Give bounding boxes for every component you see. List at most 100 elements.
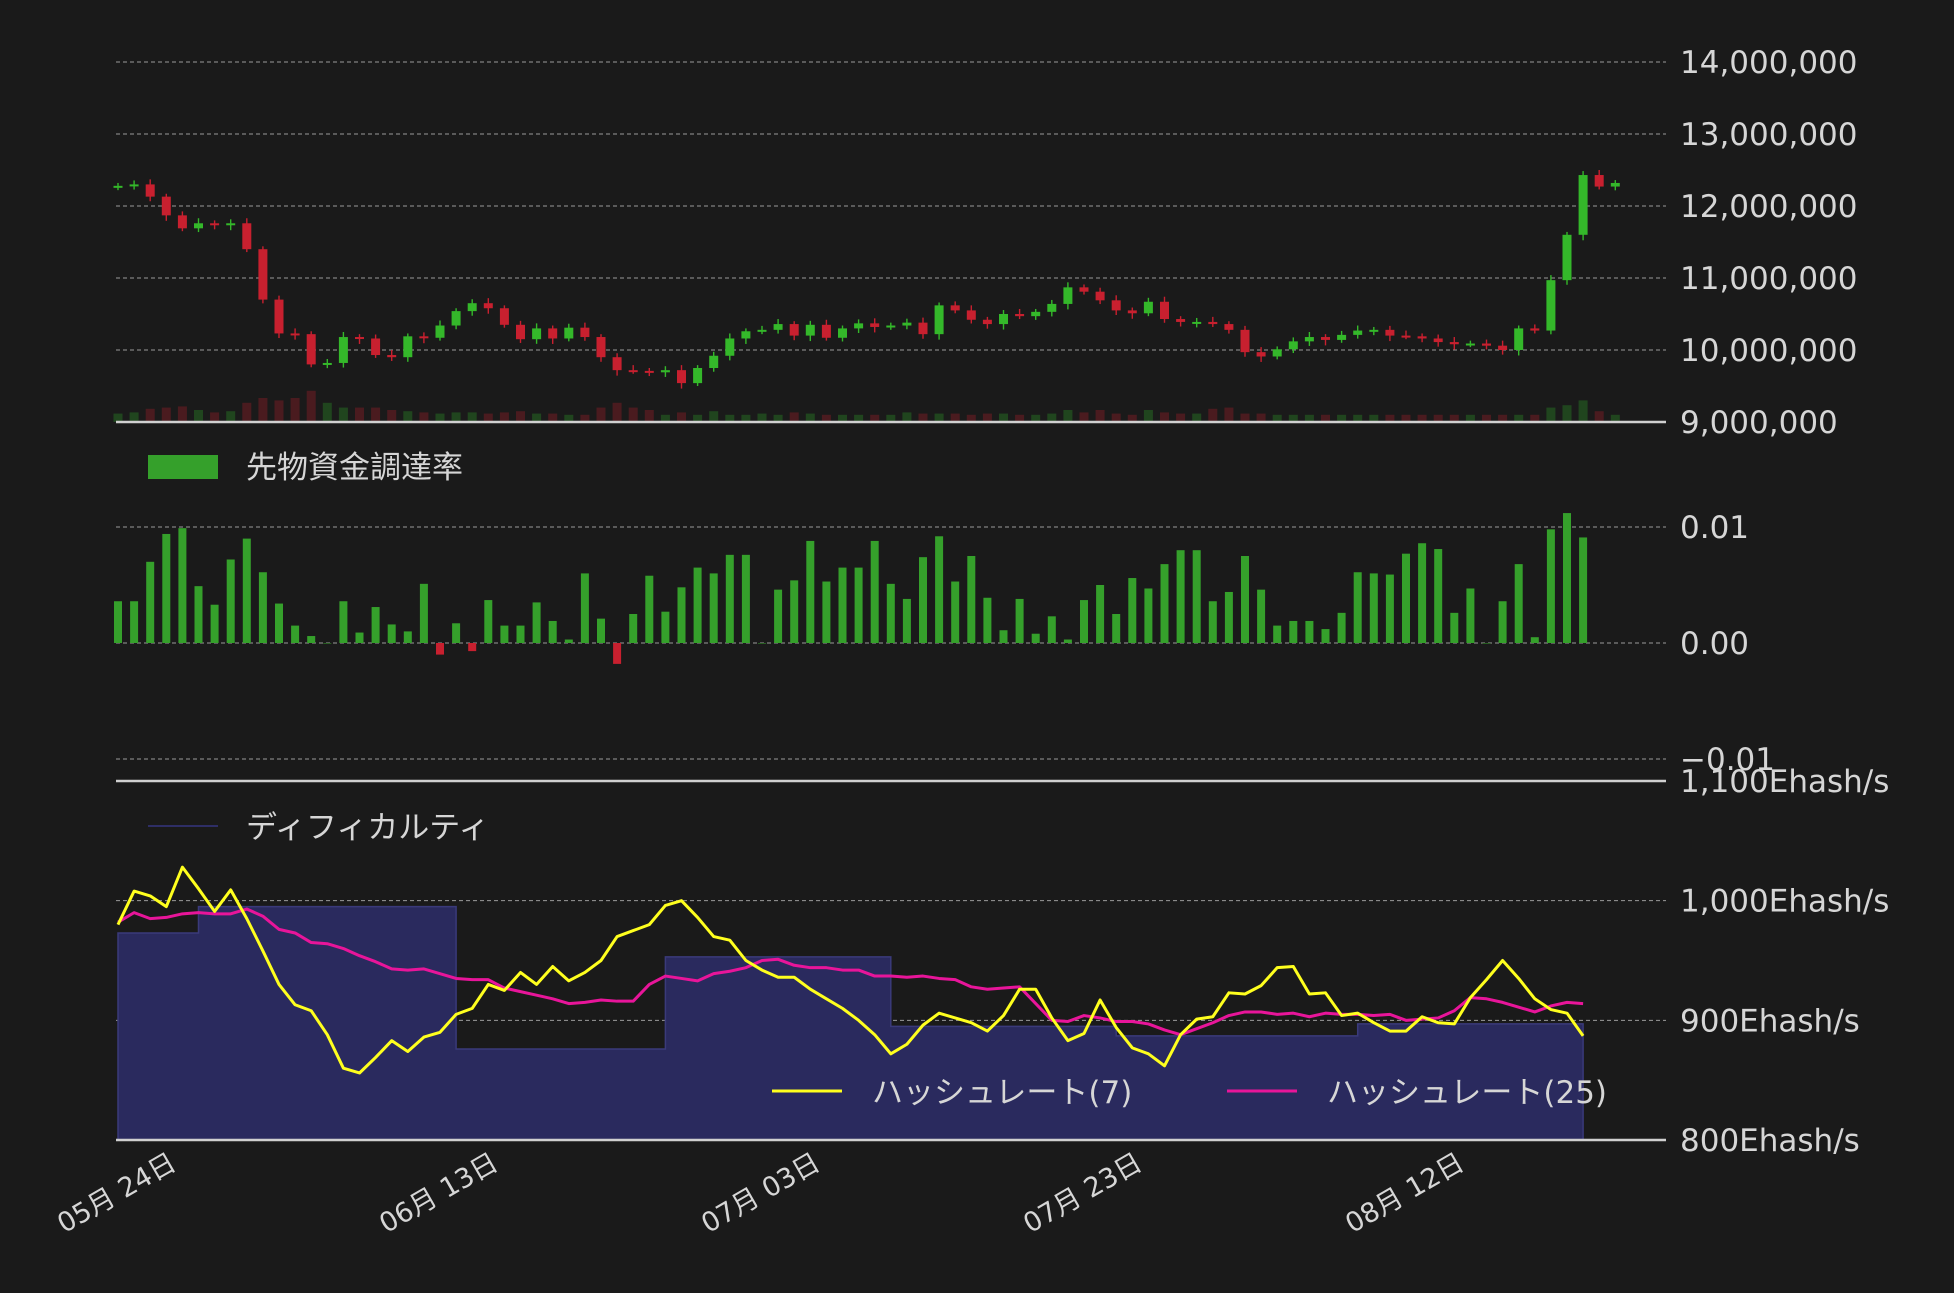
volume-bar: [1143, 410, 1153, 422]
funding-bar: [1353, 572, 1362, 643]
volume-bar: [1047, 413, 1057, 422]
funding-bar: [291, 625, 300, 643]
candle-body: [1578, 175, 1588, 235]
funding-bar: [1563, 513, 1571, 643]
funding-bar: [1402, 553, 1410, 643]
funding-bar: [242, 538, 251, 643]
candle-body: [1353, 330, 1363, 335]
funding-bar: [822, 581, 831, 643]
candle-body: [1288, 341, 1298, 350]
candle-body: [1546, 280, 1556, 331]
candle-body: [435, 325, 445, 338]
funding-bar: [886, 583, 895, 643]
candle-body: [1208, 321, 1218, 325]
hashrate-axis-ticks: 1,100Ehash/s 1,000Ehash/s 900Ehash/s 800Eha…: [1680, 764, 1889, 1159]
funding-legend: 先物資金調達率: [148, 450, 463, 486]
price-candles: [113, 170, 1620, 389]
funding-bar: [371, 607, 380, 643]
candle-body: [1498, 345, 1508, 350]
price-tick-label: 11,000,000: [1680, 261, 1858, 297]
candle-body: [403, 336, 413, 358]
candle-body: [1176, 319, 1186, 322]
volume-bar: [902, 412, 912, 422]
candle-body: [161, 196, 171, 216]
funding-bar: [661, 611, 670, 643]
volume-bar: [532, 413, 542, 422]
candle-body: [145, 184, 155, 197]
x-tick-label: 06月 13日: [374, 1147, 503, 1239]
volume-bar: [1192, 413, 1202, 422]
candle-body: [129, 184, 139, 187]
candle-body: [113, 185, 123, 188]
candle-body: [966, 310, 976, 320]
volume-bar: [1240, 413, 1250, 422]
funding-bar: [1418, 543, 1427, 643]
funding-bar: [114, 601, 122, 643]
difficulty-legend: ディフィカルティ: [148, 810, 489, 846]
candle-body: [1015, 314, 1025, 317]
funding-bar: [919, 557, 927, 643]
price-axis-ticks: 14,000,000 13,000,000 12,000,000 11,000,000…: [1680, 45, 1858, 441]
funding-bar: [564, 639, 573, 643]
funding-bar: [468, 643, 477, 652]
funding-bar: [1128, 578, 1137, 643]
candle-body: [628, 370, 638, 373]
volume-bar: [290, 398, 300, 422]
funding-bar: [629, 614, 638, 643]
volume-bar: [435, 413, 445, 422]
market-chart: 14,000,000 13,000,000 12,000,000 11,000,000…: [52, 45, 1889, 1240]
funding-bar: [178, 528, 187, 643]
candle-body: [918, 322, 928, 335]
candle-body: [950, 305, 960, 311]
price-tick-label: 13,000,000: [1680, 117, 1858, 153]
volume-bar: [177, 406, 187, 422]
volume-bar: [677, 412, 686, 422]
funding-bar: [1450, 612, 1459, 643]
funding-bar: [162, 533, 171, 643]
volume-bars: [113, 390, 1620, 422]
funding-bar: [130, 601, 139, 643]
candle-body: [580, 327, 590, 338]
candle-body: [1530, 328, 1540, 331]
volume-bar: [1546, 407, 1556, 422]
funding-bar: [419, 583, 428, 643]
funding-bar: [1257, 589, 1266, 643]
funding-bar: [1289, 620, 1298, 643]
funding-bar: [146, 561, 155, 643]
candle-body: [1160, 301, 1169, 320]
hashrate-tick-label: 1,100Ehash/s: [1680, 764, 1889, 800]
candle-body: [612, 357, 622, 371]
funding-bar: [1224, 591, 1233, 643]
funding-bar: [532, 602, 541, 643]
funding-bar: [387, 624, 396, 643]
hash25-legend-label: ハッシュレート(25): [1327, 1075, 1607, 1111]
candle-body: [1304, 337, 1314, 342]
volume-bar: [1562, 405, 1572, 422]
volume-bar: [918, 413, 928, 422]
funding-bar: [403, 631, 412, 643]
candle-body: [757, 329, 767, 332]
volume-bar: [950, 413, 960, 422]
funding-tick-label: 0.00: [1680, 626, 1749, 662]
funding-bar: [484, 600, 493, 643]
funding-bar: [500, 625, 509, 643]
candle-body: [483, 303, 493, 309]
volume-bar: [612, 402, 622, 422]
volume-bar: [1208, 408, 1218, 422]
funding-bar: [725, 554, 734, 643]
volume-bar: [210, 412, 220, 422]
volume-bar: [1176, 413, 1186, 422]
candle-body: [1143, 301, 1153, 314]
volume-bar: [499, 412, 509, 422]
funding-bar: [1514, 564, 1523, 643]
candle-body: [226, 223, 236, 226]
candle-body: [1063, 287, 1073, 304]
funding-bar: [677, 587, 686, 643]
candle-body: [838, 328, 847, 338]
x-tick-label: 07月 23日: [1018, 1147, 1147, 1239]
candle-body: [274, 299, 284, 334]
funding-bar: [902, 598, 911, 643]
candle-body: [902, 322, 912, 326]
hash7-legend-label: ハッシュレート(7): [872, 1075, 1132, 1111]
volume-bar: [644, 410, 654, 422]
